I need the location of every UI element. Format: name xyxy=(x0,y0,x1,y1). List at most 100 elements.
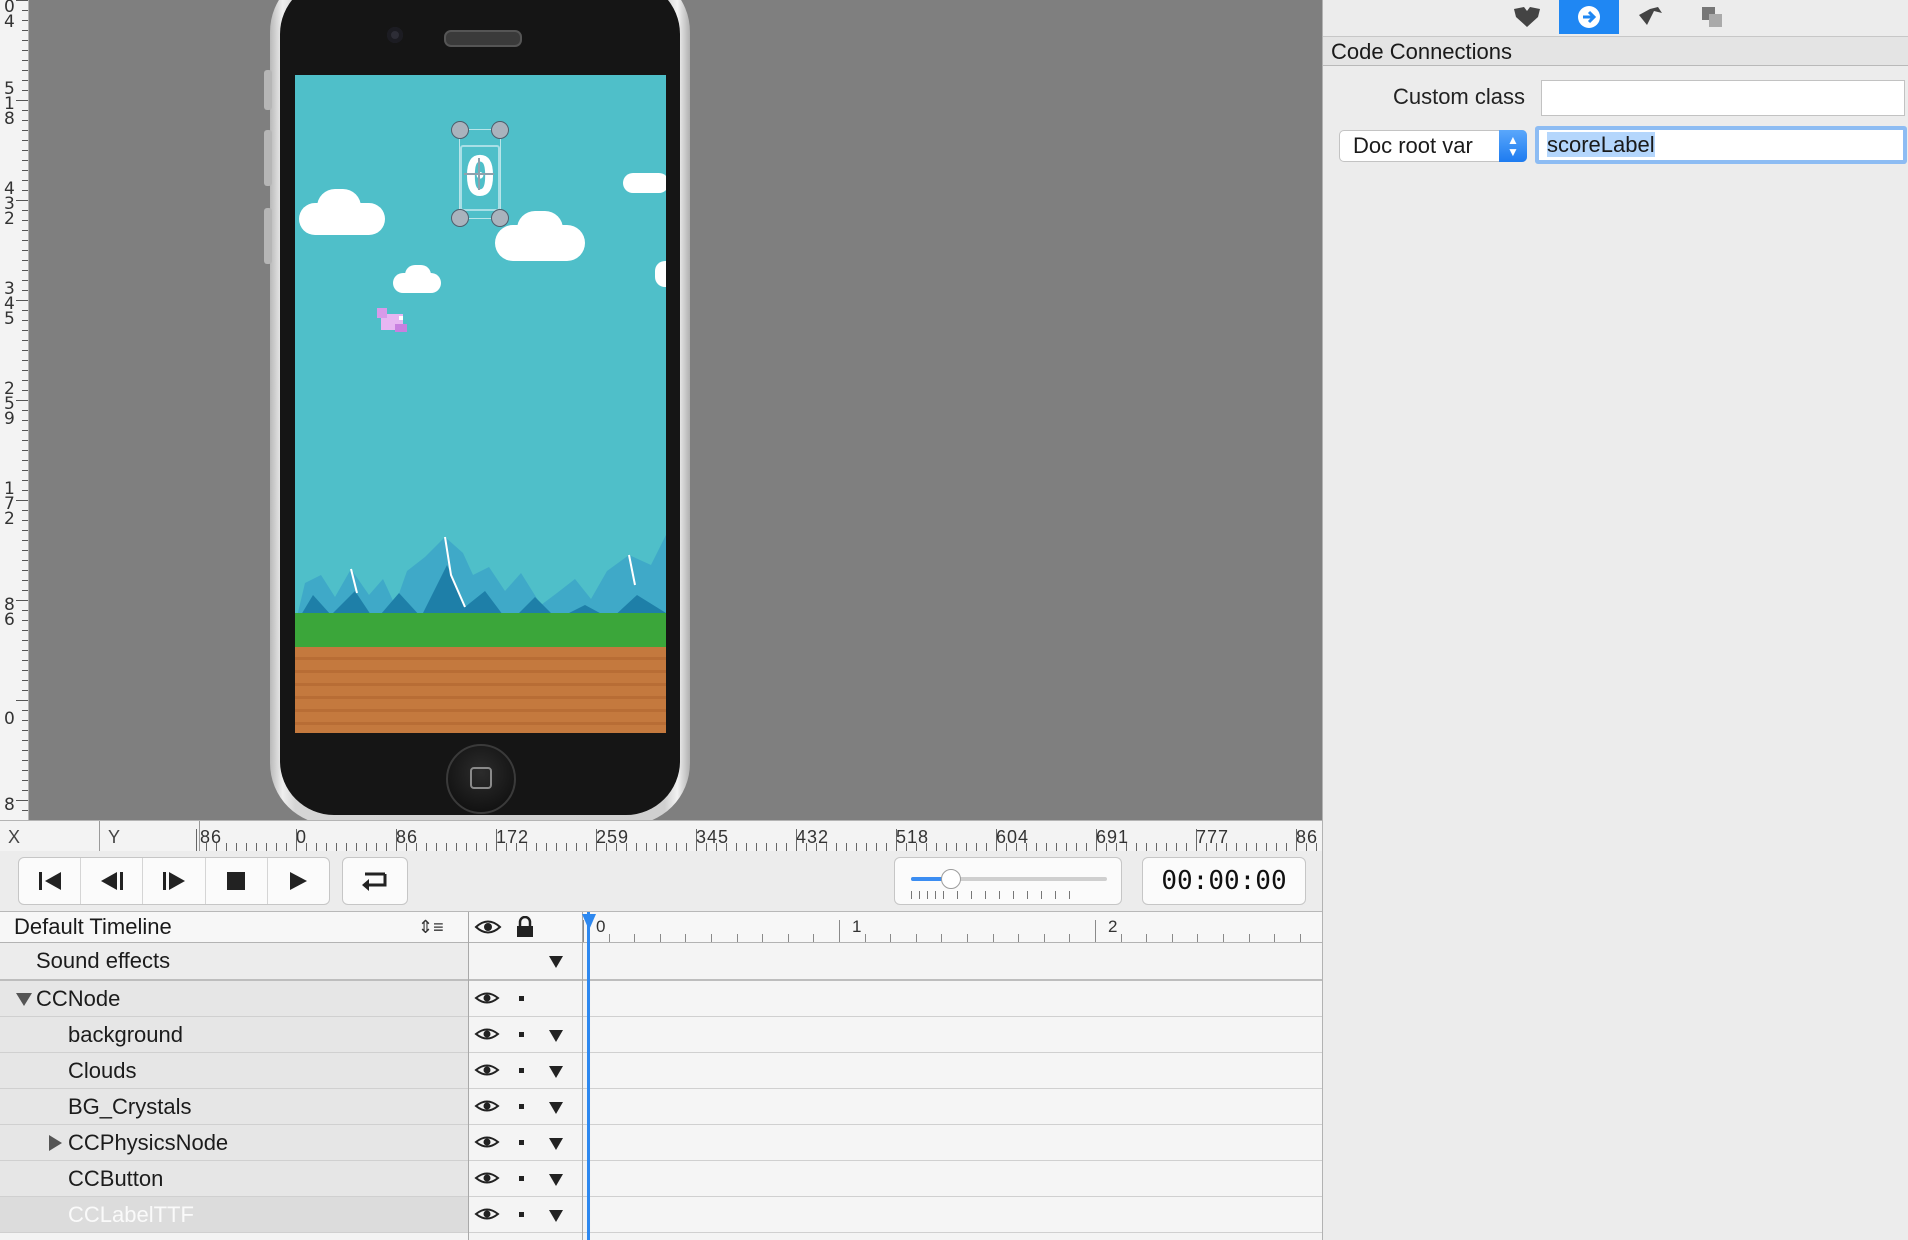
keyframe-track[interactable] xyxy=(591,1161,1322,1196)
device-volume-down xyxy=(264,208,272,264)
templates-icon[interactable] xyxy=(1683,0,1743,34)
lock-toggle[interactable] xyxy=(519,1068,524,1073)
step-forward-button[interactable] xyxy=(143,858,206,904)
timeline-row-sound-effects[interactable]: Sound effects xyxy=(0,943,1322,981)
ruler-tick xyxy=(22,730,28,731)
visibility-eye-icon[interactable] xyxy=(474,989,500,1007)
timeline-row-cclabelttf[interactable]: CCLabelTTF xyxy=(0,1197,1322,1233)
ruler-tick xyxy=(986,843,987,851)
resize-handle-bottom-right[interactable] xyxy=(491,209,509,227)
keyframe-track[interactable] xyxy=(591,1017,1322,1052)
timeline-select[interactable]: Default Timeline xyxy=(14,912,172,942)
cloud[interactable] xyxy=(517,211,563,247)
lock-toggle[interactable] xyxy=(519,1212,524,1217)
ruler-tick xyxy=(1223,934,1224,942)
row-label: CCNode xyxy=(36,986,121,1011)
slider-knob[interactable] xyxy=(941,869,962,889)
playhead[interactable] xyxy=(587,912,590,1240)
add-keyframe-menu-icon[interactable] xyxy=(549,1138,563,1150)
keyframe-track[interactable] xyxy=(591,1197,1322,1232)
visibility-eye-icon[interactable] xyxy=(474,1097,500,1115)
ruler-tick xyxy=(496,829,497,851)
visibility-eye-icon[interactable] xyxy=(474,916,502,938)
keyframe-track[interactable] xyxy=(591,1089,1322,1124)
timeline-row-ccphysicsnode[interactable]: CCPhysicsNode xyxy=(0,1125,1322,1161)
loop-button[interactable] xyxy=(342,857,408,905)
inspector-tabs xyxy=(1323,0,1908,34)
crystals[interactable] xyxy=(295,535,666,625)
ruler-tick xyxy=(22,810,28,811)
resize-handle-top-left[interactable] xyxy=(451,121,469,139)
cloud[interactable] xyxy=(405,265,431,285)
add-keyframe-menu-icon[interactable] xyxy=(549,1102,563,1114)
ruler-tick xyxy=(406,843,407,851)
ruler-tick xyxy=(1299,934,1301,942)
lock-toggle[interactable] xyxy=(519,996,524,1001)
connections-icon[interactable] xyxy=(1559,0,1619,34)
disclosure-closed-icon[interactable] xyxy=(49,1135,62,1151)
cloud[interactable] xyxy=(623,173,666,193)
timeline-row-bg-crystals[interactable]: BG_Crystals xyxy=(0,1089,1322,1125)
resize-handle-bottom-left[interactable] xyxy=(451,209,469,227)
disclosure-open-icon[interactable] xyxy=(16,993,32,1006)
custom-class-input[interactable] xyxy=(1541,80,1905,116)
ruler-tick xyxy=(1166,843,1167,851)
add-keyframe-menu-icon[interactable] xyxy=(549,956,563,968)
timeline-menu-icon[interactable]: ⇕≡ xyxy=(418,912,444,942)
anchor-point-icon xyxy=(464,173,494,175)
add-keyframe-menu-icon[interactable] xyxy=(549,1210,563,1222)
timeline-zoom-slider[interactable] xyxy=(894,857,1122,905)
column-divider[interactable] xyxy=(582,912,583,1240)
visibility-eye-icon[interactable] xyxy=(474,1133,500,1151)
ruler-tick xyxy=(256,843,257,851)
timeline-row-ccbutton[interactable]: CCButton xyxy=(0,1161,1322,1197)
ruler-tick xyxy=(22,510,28,511)
lock-icon[interactable] xyxy=(514,916,536,938)
ruler-tick xyxy=(1316,843,1317,851)
ruler-tick xyxy=(956,843,957,851)
timeline-row-ccnode[interactable]: CCNode xyxy=(0,981,1322,1017)
visibility-eye-icon[interactable] xyxy=(474,1205,500,1223)
ruler-tick xyxy=(1016,843,1017,851)
ruler-tick xyxy=(396,829,397,851)
lock-toggle[interactable] xyxy=(519,1176,524,1181)
playhead-handle-icon[interactable] xyxy=(582,914,596,930)
stage-canvas[interactable]: 0 04 518 432 345 259 172 86 0 8 xyxy=(0,0,1322,820)
properties-icon[interactable] xyxy=(1497,0,1557,34)
timeline-row-background[interactable]: background xyxy=(0,1017,1322,1053)
add-keyframe-menu-icon[interactable] xyxy=(549,1066,563,1078)
add-keyframe-menu-icon[interactable] xyxy=(549,1174,563,1186)
vertical-ruler: 04 518 432 345 259 172 86 0 8 xyxy=(0,0,29,820)
column-divider[interactable] xyxy=(468,912,469,1240)
visibility-eye-icon[interactable] xyxy=(474,1025,500,1043)
add-keyframe-menu-icon[interactable] xyxy=(549,1030,563,1042)
jump-to-start-button[interactable] xyxy=(19,858,82,904)
physics-icon[interactable] xyxy=(1621,0,1681,34)
keyframe-track[interactable] xyxy=(591,1125,1322,1160)
keyframe-track[interactable] xyxy=(591,981,1322,1016)
hero-sprite[interactable] xyxy=(375,304,409,338)
timeline-ruler[interactable]: 0 1 2 xyxy=(583,912,1322,942)
play-button[interactable] xyxy=(268,858,329,904)
ruler-tick xyxy=(22,420,28,421)
resize-handle-top-right[interactable] xyxy=(491,121,509,139)
score-label[interactable]: 0 xyxy=(460,145,500,211)
lock-toggle[interactable] xyxy=(519,1104,524,1109)
timeline-row-clouds[interactable]: Clouds xyxy=(0,1053,1322,1089)
cloud[interactable] xyxy=(317,189,361,225)
ruler-tick xyxy=(456,843,457,851)
cloud[interactable] xyxy=(655,261,666,287)
visibility-eye-icon[interactable] xyxy=(474,1169,500,1187)
ruler-tick xyxy=(22,290,28,291)
lock-toggle[interactable] xyxy=(519,1140,524,1145)
stop-button[interactable] xyxy=(206,858,268,904)
ruler-tick xyxy=(16,500,28,501)
step-back-button[interactable] xyxy=(81,858,144,904)
lock-toggle[interactable] xyxy=(519,1032,524,1037)
keyframe-track[interactable] xyxy=(591,1053,1322,1088)
visibility-eye-icon[interactable] xyxy=(474,1061,500,1079)
ruler-tick xyxy=(676,843,677,851)
variable-name-input[interactable]: scoreLabel xyxy=(1535,126,1907,164)
assignment-select[interactable]: Doc root var ▲ ▼ xyxy=(1339,130,1527,162)
ruler-tick xyxy=(466,843,467,851)
